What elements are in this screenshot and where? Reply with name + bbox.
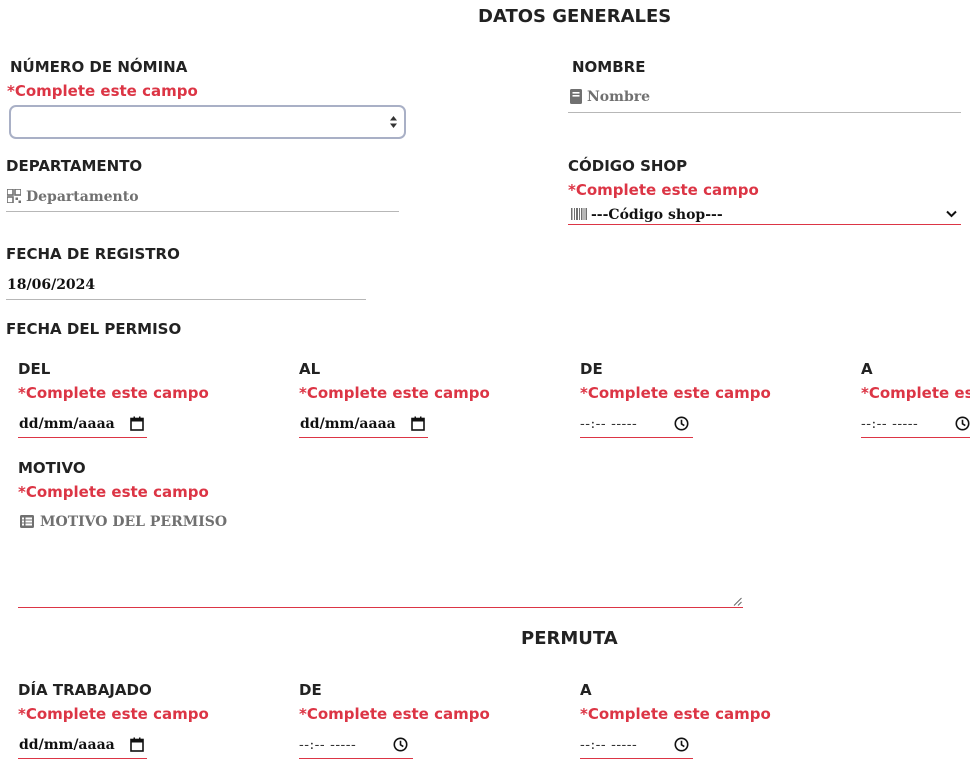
fecha-registro-underline: [6, 299, 366, 300]
dia-trabajado-required-msg: *Complete este campo: [18, 705, 209, 723]
nombre-label: NOMBRE: [572, 58, 646, 76]
clock-icon[interactable]: [955, 416, 970, 431]
chevron-down-icon: [946, 210, 957, 218]
codigo-shop-underline: [568, 224, 961, 225]
a-time-input[interactable]: --:-- -----: [861, 414, 970, 438]
permuta-de-time-input[interactable]: --:-- -----: [299, 735, 413, 759]
de-time-input[interactable]: --:-- -----: [580, 414, 693, 438]
de-required-msg: *Complete este campo: [580, 384, 771, 402]
motivo-underline: [18, 607, 743, 608]
clock-icon[interactable]: [674, 737, 689, 752]
section-title-permuta: PERMUTA: [521, 628, 618, 649]
barcode-icon: [571, 208, 587, 220]
del-date-placeholder: dd/mm/aaaa: [19, 416, 115, 432]
book-icon: [570, 89, 582, 104]
qr-grid-icon: [7, 189, 21, 203]
clock-icon[interactable]: [393, 737, 408, 752]
nomina-required-msg: *Complete este campo: [7, 82, 198, 100]
de-time-placeholder: --:-- -----: [580, 416, 638, 432]
permuta-a-underline: [580, 758, 693, 759]
calendar-icon[interactable]: [130, 416, 144, 431]
spinner-arrows-icon: [390, 116, 397, 128]
nomina-label: NÚMERO DE NÓMINA: [10, 58, 188, 76]
section-title-datos-generales: DATOS GENERALES: [478, 6, 672, 27]
motivo-label: MOTIVO: [18, 459, 86, 477]
a-required-msg-clip: *Complete este campo: [861, 384, 970, 404]
de-label: DE: [580, 360, 603, 378]
resize-handle-icon[interactable]: [733, 597, 742, 606]
fecha-registro-value[interactable]: 18/06/2024: [7, 277, 95, 293]
codigo-shop-select[interactable]: ---Código shop---: [568, 205, 961, 225]
permuta-de-placeholder: --:-- -----: [299, 737, 357, 753]
al-date-placeholder: dd/mm/aaaa: [300, 416, 396, 432]
codigo-shop-selected: ---Código shop---: [591, 207, 723, 223]
calendar-icon[interactable]: [130, 737, 144, 752]
permuta-a-time-input[interactable]: --:-- -----: [580, 735, 693, 759]
al-required-msg: *Complete este campo: [299, 384, 490, 402]
a-underline: [861, 437, 970, 438]
codigo-shop-label: CÓDIGO SHOP: [568, 157, 688, 175]
clock-icon[interactable]: [674, 416, 689, 431]
list-icon: [20, 515, 34, 528]
nombre-placeholder: Nombre: [587, 89, 651, 105]
dia-trabajado-date-input[interactable]: dd/mm/aaaa: [18, 735, 147, 759]
de-underline: [580, 437, 693, 438]
motivo-placeholder: MOTIVO DEL PERMISO: [40, 514, 228, 530]
departamento-label: DEPARTAMENTO: [6, 157, 143, 175]
al-date-input[interactable]: dd/mm/aaaa: [299, 414, 428, 438]
permuta-de-label: DE: [299, 681, 322, 699]
del-underline: [18, 437, 147, 438]
departamento-underline: [6, 211, 399, 212]
dia-trabajado-label: DÍA TRABAJADO: [18, 681, 152, 699]
nombre-field[interactable]: Nombre: [568, 86, 961, 112]
permuta-a-required-msg: *Complete este campo: [580, 705, 771, 723]
dia-trabajado-placeholder: dd/mm/aaaa: [19, 737, 115, 753]
permuta-a-label: A: [580, 681, 592, 699]
fecha-permiso-label: FECHA DEL PERMISO: [6, 320, 182, 338]
del-label: DEL: [18, 360, 51, 378]
a-required-msg: *Complete este campo: [861, 384, 970, 402]
nombre-underline: [568, 112, 961, 113]
a-label: A: [861, 360, 873, 378]
fecha-registro-label: FECHA DE REGISTRO: [6, 245, 180, 263]
number-spinner[interactable]: [389, 114, 398, 132]
codigo-shop-required-msg: *Complete este campo: [568, 181, 759, 199]
nomina-number-input[interactable]: [9, 105, 406, 139]
departamento-placeholder: Departamento: [26, 189, 139, 205]
del-required-msg: *Complete este campo: [18, 384, 209, 402]
del-date-input[interactable]: dd/mm/aaaa: [18, 414, 147, 438]
departamento-field[interactable]: Departamento: [6, 185, 399, 211]
calendar-icon[interactable]: [411, 416, 425, 431]
motivo-textarea[interactable]: MOTIVO DEL PERMISO: [18, 508, 743, 608]
al-underline: [299, 437, 428, 438]
permuta-de-underline: [299, 758, 413, 759]
a-time-placeholder: --:-- -----: [861, 416, 919, 432]
al-label: AL: [299, 360, 321, 378]
dia-trabajado-underline: [18, 758, 147, 759]
permuta-a-placeholder: --:-- -----: [580, 737, 638, 753]
permuta-de-required-msg: *Complete este campo: [299, 705, 490, 723]
motivo-required-msg: *Complete este campo: [18, 483, 209, 501]
